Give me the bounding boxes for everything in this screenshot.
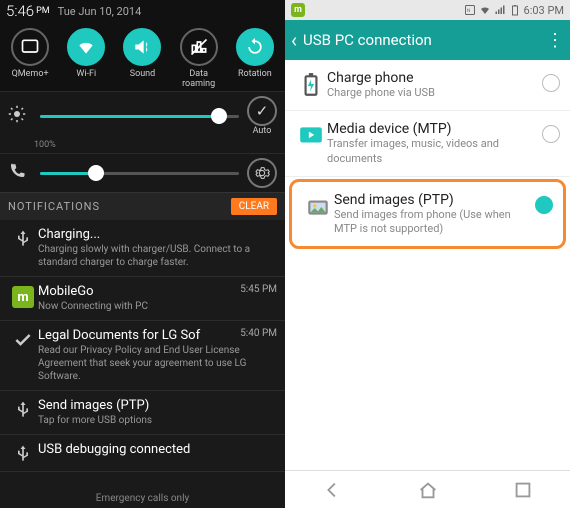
- usb-settings-panel: m N 6:03 PM ‹ USB PC connection ⋮ Charge…: [285, 0, 570, 508]
- brightness-slider[interactable]: [40, 115, 239, 118]
- settings-button[interactable]: [247, 158, 277, 188]
- usb-icon: [13, 400, 33, 420]
- media-icon: [298, 123, 324, 149]
- recent-nav-icon[interactable]: [512, 479, 534, 501]
- roaming-icon: [189, 37, 209, 57]
- signal-icon: [494, 4, 506, 16]
- quick-toggle-row: QMemo+ Wi-Fi Sound Data roaming Rotation: [0, 22, 285, 91]
- notifications-header: NOTIFICATIONS CLEAR: [0, 192, 285, 220]
- option-charge[interactable]: Charge phoneCharge phone via USB: [285, 60, 570, 111]
- notif-mobilego[interactable]: m MobileGo5:45 PMNow Connecting with PC: [0, 277, 285, 321]
- emergency-text: Emergency calls only: [0, 489, 285, 508]
- toggle-rotation[interactable]: Rotation: [229, 28, 281, 89]
- status-time-right: 6:03 PM: [524, 4, 564, 17]
- radio-ptp[interactable]: [535, 196, 553, 214]
- nfc-icon: N: [464, 4, 476, 16]
- phone-icon: [8, 162, 26, 180]
- status-bar-right: m N 6:03 PM: [285, 0, 570, 20]
- notification-panel: 5:46 PM Tue Jun 10, 2014 QMemo+ Wi-Fi So…: [0, 0, 285, 508]
- option-mtp[interactable]: Media device (MTP)Transfer images, music…: [285, 111, 570, 177]
- wifi-icon: [76, 37, 96, 57]
- brightness-pct: 100%: [0, 140, 285, 153]
- gear-icon: [254, 165, 270, 181]
- home-nav-icon[interactable]: [417, 479, 439, 501]
- toggle-wifi[interactable]: Wi-Fi: [60, 28, 112, 89]
- wifi-icon: [479, 4, 491, 16]
- brightness-icon: [8, 105, 26, 123]
- brightness-row[interactable]: ✓Auto: [0, 91, 285, 140]
- clear-button[interactable]: CLEAR: [231, 198, 277, 215]
- toggle-qmemo[interactable]: QMemo+: [4, 28, 56, 89]
- radio-mtp[interactable]: [542, 125, 560, 143]
- notif-ptp[interactable]: Send images (PTP)Tap for more USB option…: [0, 391, 285, 435]
- notif-debug[interactable]: USB debugging connected: [0, 435, 285, 472]
- status-ampm: PM: [36, 6, 50, 16]
- qmemo-icon: [20, 37, 40, 57]
- menu-button[interactable]: ⋮: [546, 30, 564, 51]
- notif-charging[interactable]: Charging...Charging slowly with charger/…: [0, 220, 285, 277]
- camera-icon: [305, 194, 331, 220]
- back-nav-icon[interactable]: [322, 479, 344, 501]
- option-ptp[interactable]: Send images (PTP)Send images from phone …: [289, 179, 566, 250]
- status-date: Tue Jun 10, 2014: [58, 5, 142, 18]
- usb-header: ‹ USB PC connection ⋮: [285, 20, 570, 60]
- usb-icon: [13, 444, 33, 464]
- back-button[interactable]: ‹: [291, 28, 297, 52]
- svg-text:N: N: [467, 8, 470, 14]
- sound-icon: [132, 37, 152, 57]
- volume-slider[interactable]: [40, 172, 239, 175]
- check-icon: [13, 330, 33, 350]
- volume-row[interactable]: [0, 153, 285, 192]
- toggle-roaming[interactable]: Data roaming: [173, 28, 225, 89]
- battery-icon: [509, 4, 521, 16]
- nav-bar: [285, 470, 570, 508]
- status-time: 5:46: [6, 2, 34, 20]
- toggle-sound[interactable]: Sound: [116, 28, 168, 89]
- usb-icon: [13, 229, 33, 249]
- notif-legal[interactable]: Legal Documents for LG Sof5:40 PMRead ou…: [0, 321, 285, 391]
- battery-icon: [298, 72, 324, 98]
- status-bar-left: 5:46 PM Tue Jun 10, 2014: [0, 0, 285, 22]
- rotation-icon: [245, 37, 265, 57]
- auto-brightness-button[interactable]: ✓: [247, 96, 277, 126]
- mobilego-icon: m: [291, 3, 305, 17]
- mobilego-icon: m: [12, 286, 34, 308]
- radio-charge[interactable]: [542, 74, 560, 92]
